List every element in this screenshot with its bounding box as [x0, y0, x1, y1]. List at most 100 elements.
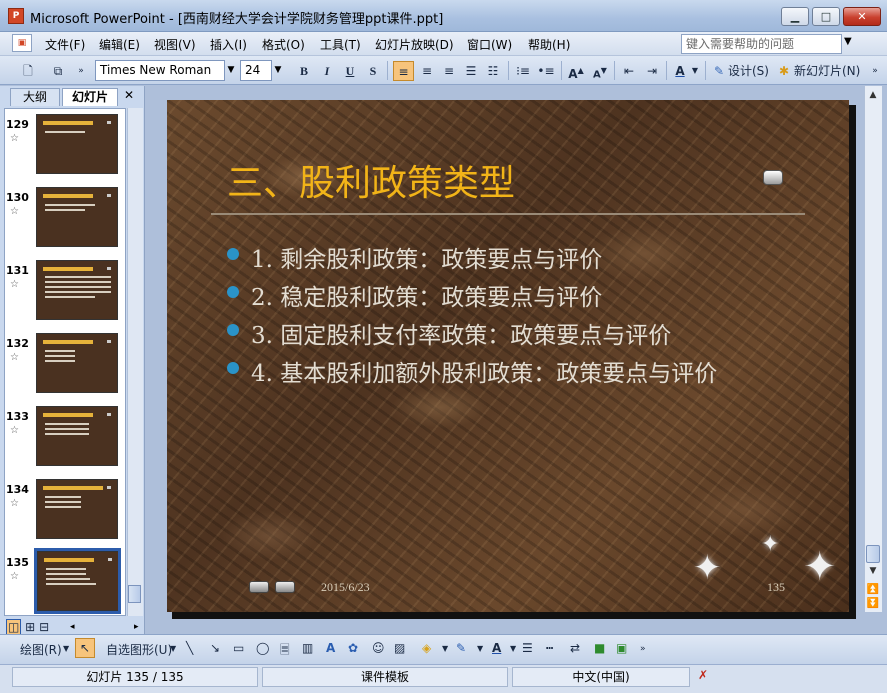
- pane-scroll-left-icon[interactable]: ◂: [70, 622, 75, 632]
- bullet-text[interactable]: 1. 剩余股利政策：政策要点与评价: [251, 240, 602, 274]
- bullet-text[interactable]: 2. 稳定股利政策：政策要点与评价: [251, 278, 602, 312]
- font-color-draw-icon[interactable]: A: [492, 641, 501, 655]
- select-pointer-icon[interactable]: ↖: [75, 638, 95, 658]
- slide-scroll-thumb[interactable]: [866, 545, 880, 563]
- underline-button[interactable]: U: [342, 61, 358, 81]
- menu-insert[interactable]: 插入(I): [210, 36, 247, 53]
- arrow-tool-icon[interactable]: ↘: [210, 641, 220, 655]
- tab-slides[interactable]: 幻灯片: [62, 88, 118, 106]
- increase-indent-icon[interactable]: ⇥: [643, 61, 661, 81]
- new-slide-icon[interactable]: ✱: [776, 61, 792, 81]
- picture-icon[interactable]: ▨: [394, 641, 405, 655]
- maximize-button[interactable]: □: [812, 7, 840, 26]
- slide-canvas[interactable]: 三、股利政策类型 1. 剩余股利政策：政策要点与评价 2. 稳定股利政策：政策要…: [167, 100, 849, 612]
- slideshow-icon[interactable]: ⊟: [39, 620, 49, 634]
- font-color-draw-dropdown-icon[interactable]: ▼: [510, 644, 516, 653]
- decrease-font-icon[interactable]: A▼: [590, 61, 610, 81]
- slide-thumbnail[interactable]: [36, 187, 118, 247]
- doc-menu-icon[interactable]: ▣: [12, 34, 32, 52]
- toolbar-options-icon[interactable]: »: [75, 61, 87, 81]
- tab-outline[interactable]: 大纲: [10, 88, 60, 106]
- numbered-list-icon[interactable]: ⁝≡: [514, 61, 532, 81]
- slide-thumbnail[interactable]: [36, 479, 118, 539]
- bullet-text[interactable]: 4. 基本股利加额外股利政策：政策要点与评价: [251, 354, 717, 388]
- draw-menu-button[interactable]: 绘图(R): [20, 641, 62, 658]
- normal-view-icon[interactable]: ◫: [6, 619, 22, 635]
- thumbnail-scrollbar[interactable]: [127, 108, 143, 616]
- font-size-dropdown-icon[interactable]: ▼: [272, 61, 284, 80]
- previous-slide-icon[interactable]: ⏫: [866, 584, 880, 595]
- design-button[interactable]: 设计(S): [728, 61, 772, 81]
- help-search-input[interactable]: 键入需要帮助的问题: [681, 34, 842, 54]
- line-color-icon[interactable]: ✎: [456, 641, 466, 655]
- menu-slideshow[interactable]: 幻灯片放映(D): [375, 36, 454, 53]
- 3d-style-icon[interactable]: ▣: [616, 641, 627, 655]
- fill-color-icon[interactable]: ◈: [422, 641, 431, 655]
- help-dropdown-icon[interactable]: ▼: [844, 36, 852, 47]
- menu-file[interactable]: 文件(F): [45, 36, 85, 53]
- powerpoint-app-icon[interactable]: P: [8, 8, 24, 24]
- scroll-up-icon[interactable]: ▲: [866, 90, 880, 100]
- toolbar-options-icon[interactable]: »: [869, 61, 881, 81]
- wordart-icon[interactable]: A: [326, 641, 335, 655]
- slide-thumbnail[interactable]: [36, 260, 118, 320]
- next-slide-icon[interactable]: ⏬: [866, 598, 880, 609]
- pane-scroll-right-icon[interactable]: ▸: [134, 622, 139, 632]
- diagram-icon[interactable]: ✿: [348, 641, 358, 655]
- autoshapes-button[interactable]: 自选图形(U): [106, 641, 172, 658]
- fill-color-dropdown-icon[interactable]: ▼: [442, 644, 448, 653]
- slide-sorter-icon[interactable]: ⊞: [25, 620, 35, 634]
- align-right-icon[interactable]: ≡: [440, 61, 458, 81]
- line-tool-icon[interactable]: ╲: [186, 641, 193, 655]
- dash-style-icon[interactable]: ┅: [546, 641, 553, 655]
- shadow-style-icon[interactable]: ■: [594, 641, 605, 655]
- close-button[interactable]: ✕: [843, 7, 881, 26]
- menu-help[interactable]: 帮助(H): [528, 36, 570, 53]
- increase-font-icon[interactable]: A▲: [566, 61, 586, 81]
- slide-thumbnail[interactable]: [36, 114, 118, 174]
- menu-format[interactable]: 格式(O): [262, 36, 305, 53]
- shadow-button[interactable]: S: [365, 61, 381, 81]
- slide-scrollbar[interactable]: [864, 86, 882, 612]
- line-style-icon[interactable]: ☰: [522, 641, 533, 655]
- pane-close-icon[interactable]: ✕: [124, 88, 134, 102]
- design-icon[interactable]: ✎: [711, 61, 727, 81]
- align-center-icon[interactable]: ≡: [418, 61, 436, 81]
- italic-button[interactable]: I: [319, 61, 335, 81]
- slide-thumbnail[interactable]: [36, 333, 118, 393]
- slide-title[interactable]: 三、股利政策类型: [227, 154, 515, 206]
- font-color-icon[interactable]: A: [672, 61, 688, 81]
- arrow-style-icon[interactable]: ⇄: [570, 641, 580, 655]
- line-color-dropdown-icon[interactable]: ▼: [477, 644, 483, 653]
- distribute-icon[interactable]: ☰: [462, 61, 480, 81]
- menu-edit[interactable]: 编辑(E): [99, 36, 140, 53]
- drawbar-options-icon[interactable]: »: [640, 644, 646, 654]
- vertical-textbox-icon[interactable]: ▥: [302, 641, 313, 655]
- align-left-icon[interactable]: ≡: [393, 61, 414, 81]
- oval-tool-icon[interactable]: ◯: [256, 641, 269, 655]
- new-document-icon[interactable]: 🗋: [18, 61, 38, 81]
- rectangle-tool-icon[interactable]: ▭: [233, 641, 244, 655]
- decrease-indent-icon[interactable]: ⇤: [620, 61, 638, 81]
- bulleted-list-icon[interactable]: •≡: [537, 61, 555, 81]
- menu-window[interactable]: 窗口(W): [467, 36, 512, 53]
- line-spacing-icon[interactable]: ☷: [484, 61, 502, 81]
- font-name-select[interactable]: Times New Roman: [95, 60, 225, 81]
- clipart-icon[interactable]: ☺: [372, 641, 385, 655]
- font-size-select[interactable]: 24: [240, 60, 272, 81]
- autoshapes-dropdown-icon[interactable]: ▼: [170, 644, 176, 653]
- bullet-text[interactable]: 3. 固定股利支付率政策：政策要点与评价: [251, 316, 671, 350]
- slide-thumbnail[interactable]: [36, 406, 118, 466]
- menu-tools[interactable]: 工具(T): [320, 36, 361, 53]
- textbox-tool-icon[interactable]: 🗏: [280, 641, 290, 662]
- bold-button[interactable]: B: [296, 61, 312, 81]
- copy-icon[interactable]: ⧉: [48, 61, 68, 81]
- menu-view[interactable]: 视图(V): [154, 36, 196, 53]
- draw-dropdown-icon[interactable]: ▼: [63, 644, 69, 653]
- font-name-dropdown-icon[interactable]: ▼: [225, 61, 237, 80]
- scroll-down-icon[interactable]: ▼: [866, 566, 880, 576]
- new-slide-button[interactable]: 新幻灯片(N): [794, 61, 864, 81]
- font-color-dropdown-icon[interactable]: ▼: [690, 61, 700, 81]
- spelling-status-icon[interactable]: ✗: [698, 668, 708, 682]
- thumbnail-scroll-thumb[interactable]: [128, 585, 141, 603]
